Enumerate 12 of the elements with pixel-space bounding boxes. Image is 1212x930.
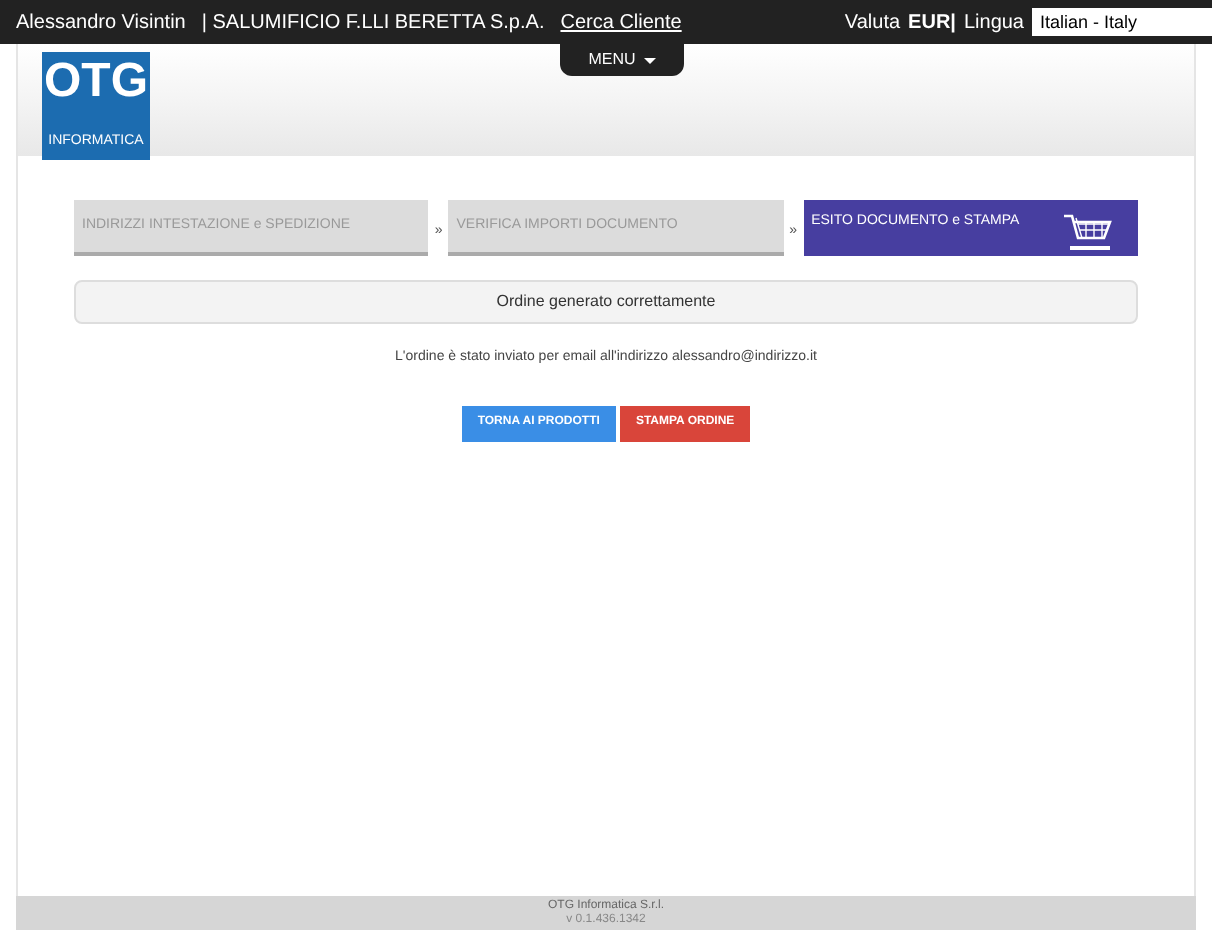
currency-value: EUR| [908,9,956,37]
user-name: Alessandro Visintin [16,9,186,37]
status-banner: Ordine generato correttamente [74,280,1138,324]
caret-icon [643,57,656,63]
currency-label: Valuta [844,9,901,37]
menu-button[interactable]: MENU [560,44,684,76]
language-label: Lingua [963,9,1024,37]
search-client-link[interactable]: Cerca Cliente [560,7,682,37]
company-name: | SALUMIFICIO F.LLI BERETTA S.p.A. [201,9,545,37]
cart-icon [1061,212,1114,252]
logo-title: OTG [44,56,148,108]
language-select[interactable]: Italian - Italy [1032,8,1212,36]
